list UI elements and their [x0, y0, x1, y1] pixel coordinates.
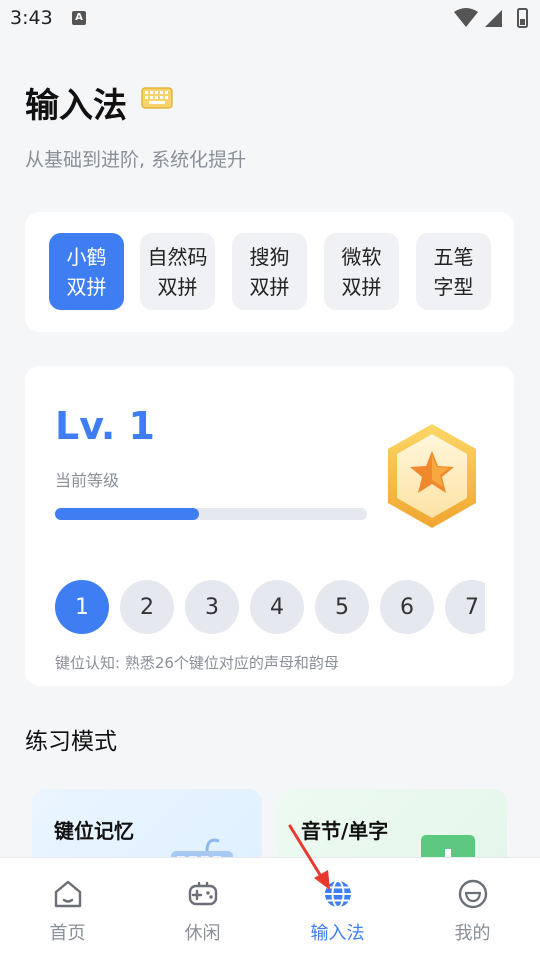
- level-step-4[interactable]: 4: [250, 580, 304, 634]
- red-arrow-annotation: [288, 824, 330, 890]
- nav-label-mine: 我的: [454, 923, 491, 944]
- gamepad-icon: [188, 881, 217, 906]
- nav-item-home[interactable]: 首页: [0, 858, 135, 960]
- page-title: 输入法: [25, 86, 127, 126]
- level-steps: 1 2 3 4 5 6 7: [55, 580, 485, 636]
- level-step-2[interactable]: 2: [120, 580, 174, 634]
- nav-label-home: 首页: [49, 923, 86, 944]
- scheme-chip-sogou[interactable]: 搜狗 双拼: [232, 233, 307, 310]
- mode-title-key-memory: 键位记忆: [54, 819, 134, 843]
- level-subtitle: 当前等级: [55, 471, 120, 490]
- nav-label-leisure: 休闲: [184, 923, 221, 944]
- nav-item-mine[interactable]: 我的: [405, 858, 540, 960]
- scheme-chip-ziranma[interactable]: 自然码 双拼: [140, 233, 215, 310]
- wifi-icon: [454, 8, 478, 27]
- smile-icon: [458, 879, 487, 909]
- level-step-1[interactable]: 1: [55, 580, 109, 634]
- page-subtitle: 从基础到进阶, 系统化提升: [25, 149, 247, 171]
- level-step-5[interactable]: 5: [315, 580, 369, 634]
- level-step-7[interactable]: 7: [445, 580, 485, 634]
- star-badge-icon: [388, 424, 476, 528]
- notification-a-icon: A: [72, 11, 86, 25]
- home-icon: [54, 880, 81, 908]
- keyboard-icon: [141, 87, 173, 109]
- nav-item-leisure[interactable]: 休闲: [135, 858, 270, 960]
- practice-section-title: 练习模式: [25, 729, 117, 755]
- level-step-6[interactable]: 6: [380, 580, 434, 634]
- scheme-chip-xiaohe[interactable]: 小鹤 双拼: [49, 233, 124, 310]
- scheme-chip-microsoft[interactable]: 微软 双拼: [324, 233, 399, 310]
- status-time: 3:43: [10, 7, 53, 29]
- level-card: Lv. 1 当前等级 1 2 3 4 5 6 7 键位认知: 熟悉26个键位对应…: [25, 366, 514, 686]
- scheme-chip-wubi[interactable]: 五笔 字型: [416, 233, 491, 310]
- level-description: 键位认知: 熟悉26个键位对应的声母和韵母: [55, 654, 339, 672]
- level-title: Lv. 1: [55, 404, 155, 448]
- level-progress-bar: [55, 508, 367, 520]
- bottom-nav: 首页 休闲 输入法 我的: [0, 857, 540, 960]
- signal-icon: [485, 10, 502, 27]
- status-icons: [454, 8, 528, 28]
- status-bar: 3:43 A: [0, 0, 540, 38]
- level-step-3[interactable]: 3: [185, 580, 239, 634]
- nav-label-input-method: 输入法: [310, 923, 365, 944]
- scheme-selector-card: 小鹤 双拼 自然码 双拼 搜狗 双拼 微软 双拼 五笔 字型: [25, 212, 514, 332]
- level-progress-fill: [55, 508, 199, 520]
